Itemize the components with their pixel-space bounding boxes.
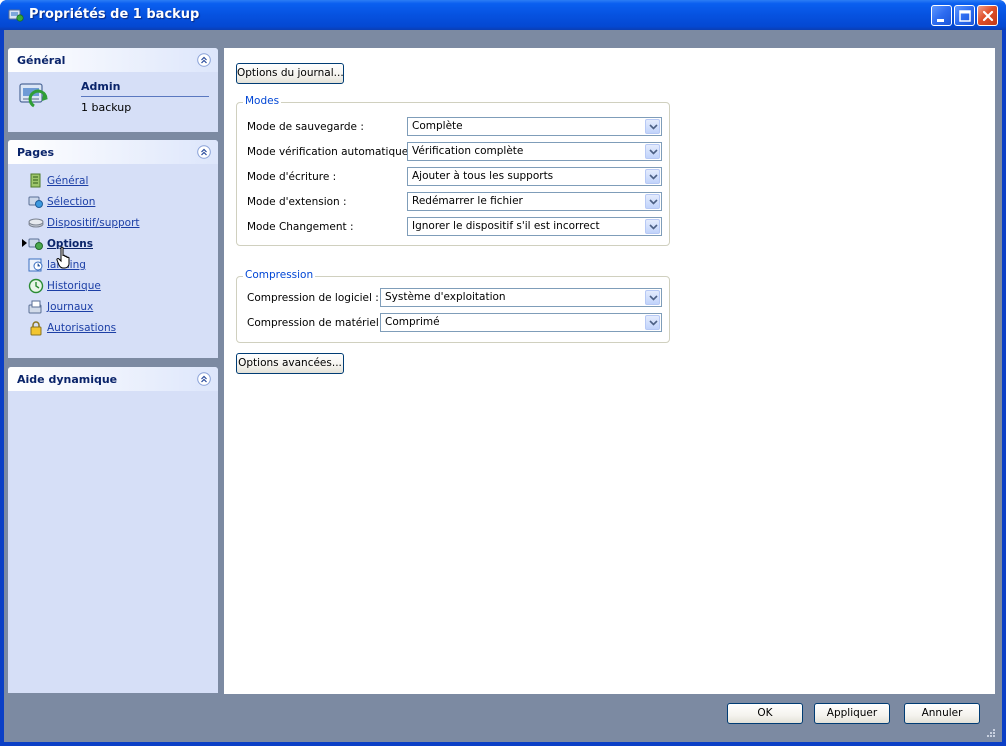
- chevron-down-icon: [649, 295, 658, 301]
- device-icon: [28, 218, 44, 228]
- maximize-button[interactable]: [954, 5, 975, 26]
- auto-verify-mode-label: Mode vérification automatique :: [247, 146, 416, 158]
- modes-legend: Modes: [243, 95, 282, 107]
- general-separator: [81, 96, 209, 97]
- pages-pane-header[interactable]: Pages: [8, 140, 218, 164]
- dropdown-arrow[interactable]: [645, 119, 660, 134]
- hardware-compression-label: Compression de matériel :: [247, 317, 386, 329]
- hand-cursor-icon: [56, 246, 70, 269]
- dynamic-help-pane: Aide dynamique: [8, 367, 218, 693]
- active-page-marker: [22, 239, 27, 247]
- page-link-device[interactable]: Dispositif/support: [22, 214, 212, 232]
- page-link-permissions[interactable]: Autorisations: [22, 319, 212, 337]
- chevron-down-icon: [649, 320, 658, 326]
- maximize-icon: [959, 10, 971, 22]
- hardware-compression-select[interactable]: Comprimé: [380, 313, 662, 332]
- options-content-panel: Options du journal... Modes Mode de sauv…: [224, 48, 995, 694]
- compression-legend: Compression: [243, 269, 316, 281]
- properties-window: Propriétés de 1 backup Général Admin 1 b…: [0, 0, 1006, 746]
- advanced-options-button[interactable]: Options avancées...: [236, 353, 344, 374]
- page-link-logs[interactable]: Journaux: [22, 298, 212, 316]
- page-link-selection[interactable]: Sélection: [22, 193, 212, 211]
- backup-job-icon: [19, 83, 48, 108]
- page-link-general[interactable]: Général: [22, 172, 212, 190]
- write-mode-label: Mode d'écriture :: [247, 171, 337, 183]
- software-compression-label: Compression de logiciel :: [247, 292, 379, 304]
- chevron-down-icon: [649, 174, 658, 180]
- close-icon: [982, 10, 994, 22]
- write-mode-select[interactable]: Ajouter à tous les supports: [407, 167, 662, 186]
- help-pane-header[interactable]: Aide dynamique: [8, 367, 218, 391]
- title-bar[interactable]: Propriétés de 1 backup: [0, 0, 1006, 30]
- extension-mode-select[interactable]: Redémarrer le fichier: [407, 192, 662, 211]
- software-compression-select[interactable]: Système d'exploitation: [380, 288, 662, 307]
- dropdown-arrow[interactable]: [645, 169, 660, 184]
- log-options-button[interactable]: Options du journal...: [236, 63, 344, 84]
- page-link-history[interactable]: Historique: [22, 277, 212, 295]
- logs-icon: [28, 300, 42, 314]
- window-title: Propriétés de 1 backup: [29, 7, 200, 22]
- general-pane-title: Général: [17, 54, 66, 67]
- collapse-icon[interactable]: [197, 372, 211, 386]
- backup-app-icon: [8, 9, 24, 22]
- backup-mode-label: Mode de sauvegarde :: [247, 121, 364, 133]
- pages-pane-title: Pages: [17, 146, 55, 159]
- minimize-icon: [937, 19, 944, 22]
- dropdown-arrow[interactable]: [645, 290, 660, 305]
- chevron-down-icon: [649, 199, 658, 205]
- chevron-down-icon: [649, 149, 658, 155]
- close-button[interactable]: [977, 5, 998, 26]
- lock-icon: [30, 321, 42, 336]
- collapse-icon[interactable]: [197, 53, 211, 67]
- backup-mode-select[interactable]: Complète: [407, 117, 662, 136]
- general-pane: Général Admin 1 backup: [8, 48, 218, 132]
- pages-pane: Pages Général Sélection Dispositif/suppo…: [8, 140, 218, 358]
- selection-icon: [28, 196, 43, 208]
- modes-group: Modes Mode de sauvegarde : Complète Mode…: [236, 95, 670, 246]
- general-user-name: Admin: [81, 80, 121, 93]
- planning-icon: [28, 258, 43, 272]
- chevron-down-icon: [649, 224, 658, 230]
- apply-button[interactable]: Appliquer: [814, 703, 890, 724]
- dropdown-arrow[interactable]: [645, 315, 660, 330]
- help-pane-title: Aide dynamique: [17, 373, 118, 386]
- page-link-options[interactable]: Options: [22, 235, 212, 253]
- general-pane-header[interactable]: Général: [8, 48, 218, 72]
- resize-grip-icon[interactable]: [986, 728, 996, 738]
- compression-group: Compression Compression de logiciel : Sy…: [236, 269, 670, 343]
- options-icon: [28, 238, 43, 250]
- ok-button[interactable]: OK: [727, 703, 803, 724]
- chevron-down-icon: [649, 124, 658, 130]
- history-icon: [28, 278, 44, 294]
- client-area: Général Admin 1 backup Pages Général Sél…: [4, 30, 1002, 742]
- extension-mode-label: Mode d'extension :: [247, 196, 347, 208]
- change-mode-select[interactable]: Ignorer le dispositif s'il est incorrect: [407, 217, 662, 236]
- auto-verify-mode-select[interactable]: Vérification complète: [407, 142, 662, 161]
- change-mode-label: Mode Changement :: [247, 221, 354, 233]
- page-link-planning[interactable]: lanning: [22, 256, 212, 274]
- dropdown-arrow[interactable]: [645, 219, 660, 234]
- minimize-button[interactable]: [931, 5, 952, 26]
- dropdown-arrow[interactable]: [645, 194, 660, 209]
- collapse-icon[interactable]: [197, 145, 211, 159]
- cancel-button[interactable]: Annuler: [904, 703, 980, 724]
- general-job-name: 1 backup: [81, 101, 132, 114]
- document-icon: [30, 173, 41, 188]
- dropdown-arrow[interactable]: [645, 144, 660, 159]
